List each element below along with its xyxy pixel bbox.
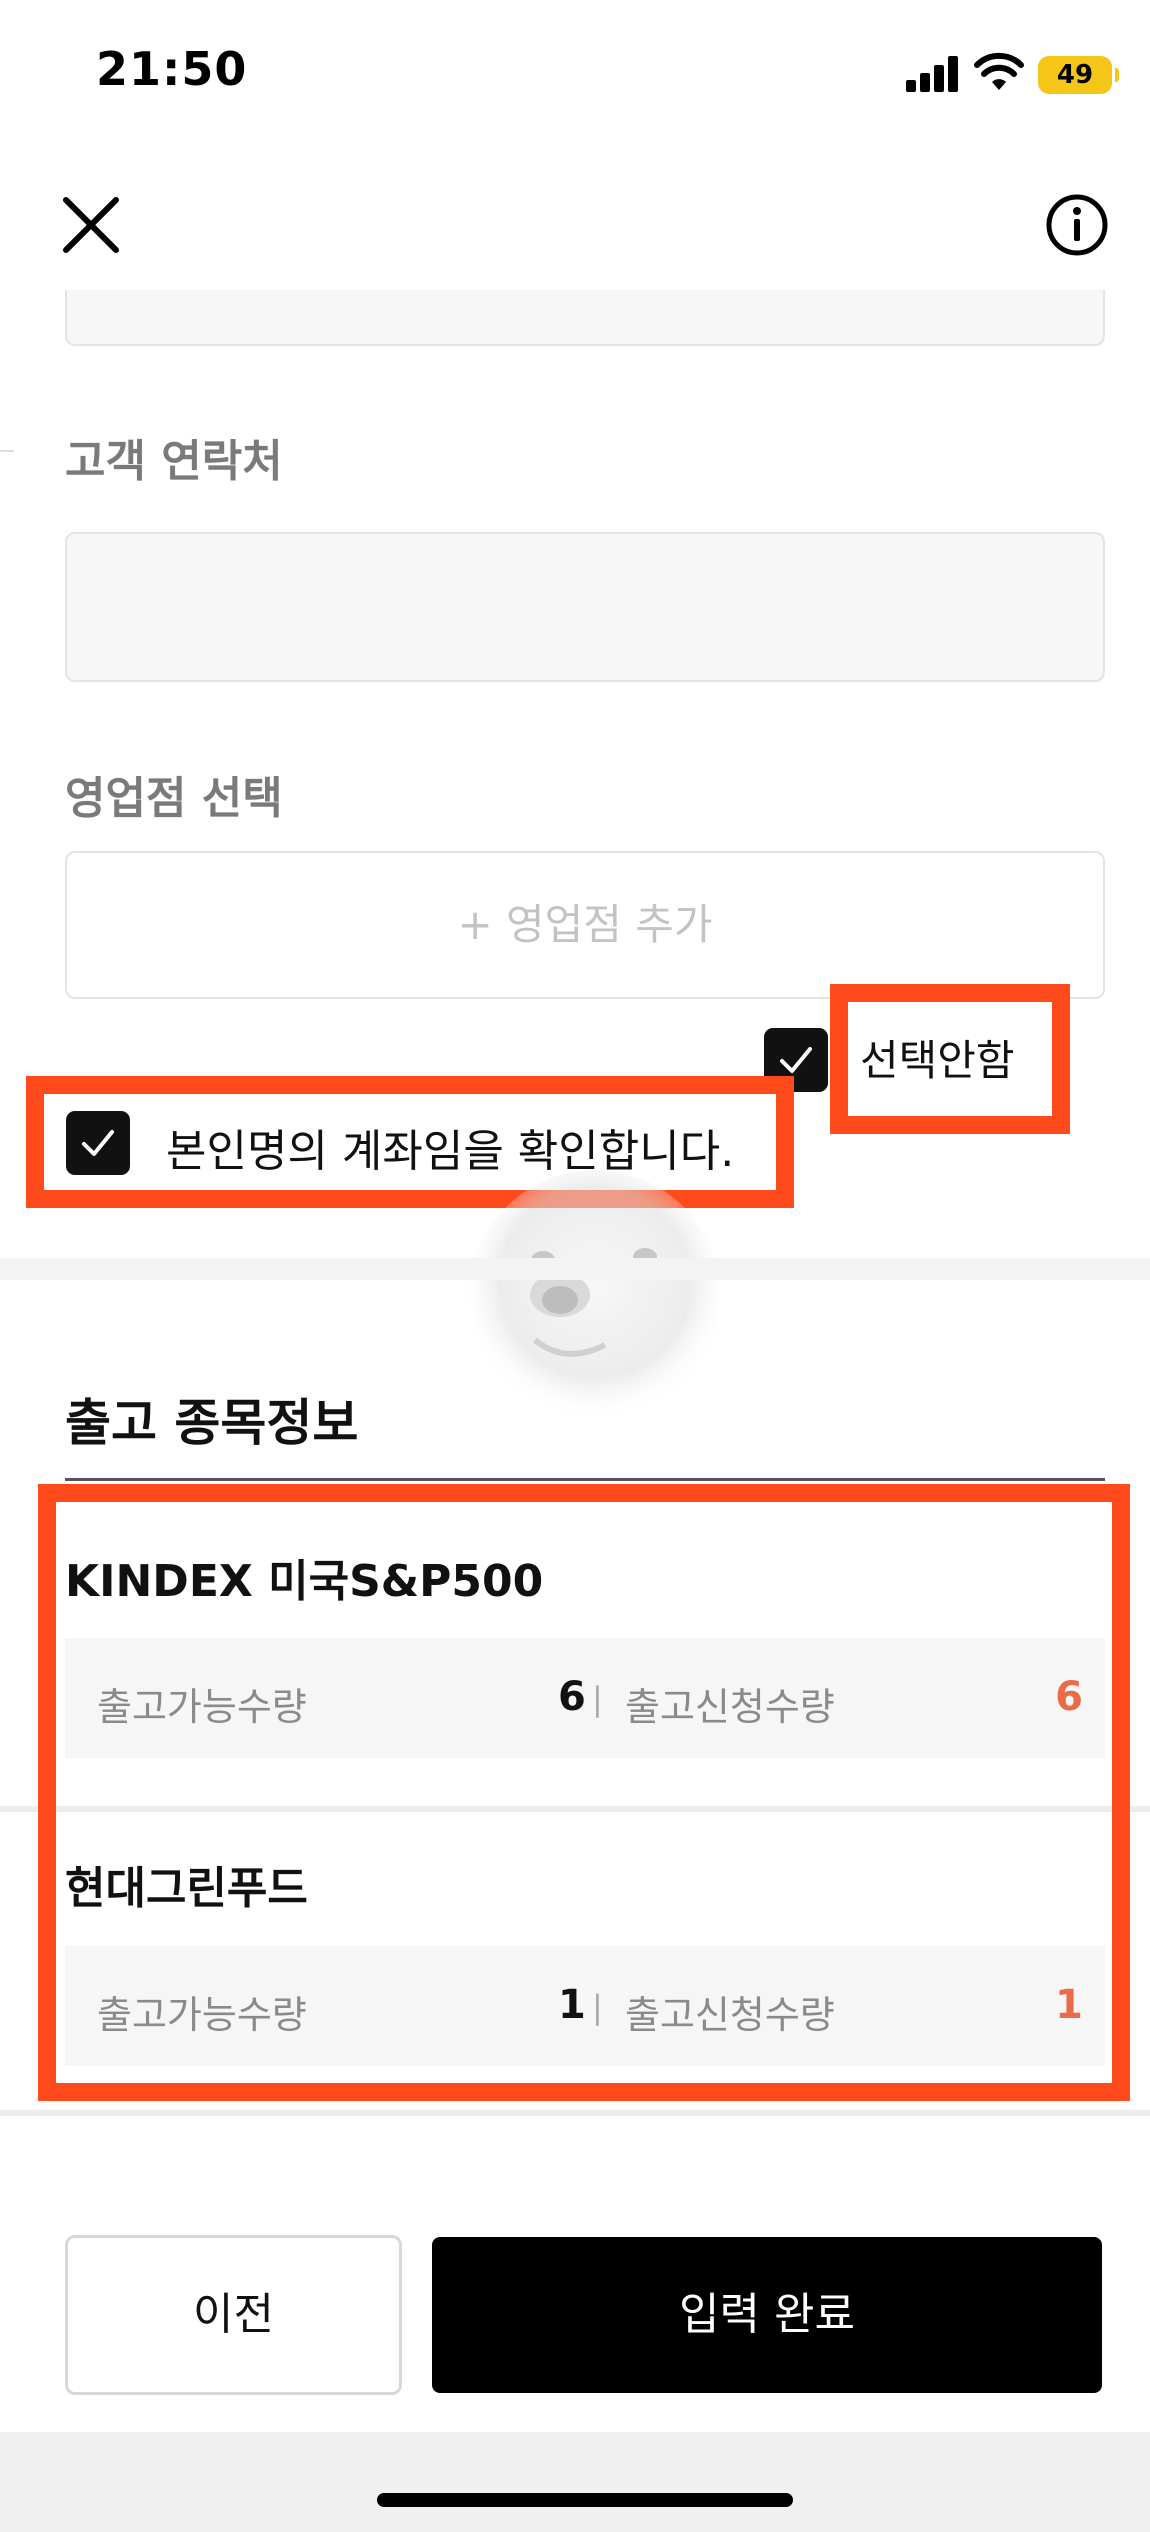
edge-divider xyxy=(0,450,14,452)
highlight-box-stocks xyxy=(38,1484,1130,2101)
stock-divider xyxy=(0,2110,1150,2116)
info-icon[interactable] xyxy=(1045,193,1109,257)
check-icon xyxy=(780,1047,812,1073)
home-indicator[interactable] xyxy=(377,2493,793,2507)
contact-input[interactable] xyxy=(65,532,1105,682)
branch-label: 영업점 선택 xyxy=(65,773,283,824)
status-time: 21:50 xyxy=(96,42,248,96)
battery-level: 49 xyxy=(1056,60,1094,90)
done-button[interactable]: 입력 완료 xyxy=(432,2237,1102,2393)
dog-image xyxy=(470,1170,720,1420)
status-bar: 21:50 49 xyxy=(0,0,1150,150)
section-title: 출고 종목정보 xyxy=(65,1394,359,1452)
add-branch-button[interactable]: + 영업점 추가 xyxy=(65,851,1105,999)
cellular-signal-icon xyxy=(906,56,958,92)
bottom-bar xyxy=(0,2432,1150,2532)
contact-label: 고객 연락처 xyxy=(65,436,283,487)
section-rule xyxy=(65,1478,1105,1481)
section-divider xyxy=(0,1258,1150,1280)
wifi-icon xyxy=(974,52,1024,90)
prev-button[interactable]: 이전 xyxy=(65,2235,402,2395)
close-icon[interactable] xyxy=(58,192,124,258)
battery-indicator: 49 xyxy=(1038,56,1119,94)
highlight-box-none xyxy=(830,984,1070,1134)
previous-field[interactable] xyxy=(65,290,1105,346)
